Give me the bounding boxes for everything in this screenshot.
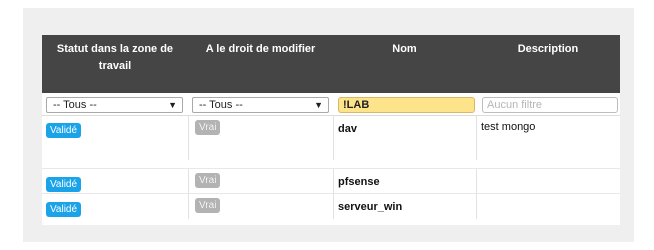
row-name: dav [338, 123, 357, 135]
statut-cell: Validé [42, 116, 188, 160]
filter-row: -- Tous -- ▼ -- Tous -- ▼ !LAB Aucun fil… [42, 93, 620, 116]
bool-badge: Vrai [195, 198, 221, 213]
bool-badge: Vrai [195, 173, 221, 188]
statut-cell: Validé [42, 194, 188, 219]
table-row[interactable]: Validé Vrai dav test mongo [42, 116, 620, 160]
table-row[interactable]: Validé Vrai serveur_win [42, 193, 620, 219]
nom-cell: dav [333, 116, 476, 160]
data-table: Statut dans la zone de travail A le droi… [42, 35, 620, 225]
content-panel: Statut dans la zone de travail A le droi… [23, 8, 634, 242]
row-name: pfsense [338, 176, 380, 188]
row-name: serveur_win [338, 201, 403, 213]
dropdown-arrow-icon: ▼ [314, 100, 323, 110]
description-cell [476, 194, 620, 219]
droit-cell: Vrai [188, 116, 333, 160]
status-badge: Validé [46, 177, 82, 192]
column-header-nom[interactable]: Nom [333, 35, 476, 93]
droit-filter-select[interactable]: -- Tous -- ▼ [192, 97, 329, 113]
status-badge: Validé [46, 202, 82, 217]
description-cell [476, 169, 620, 194]
nom-cell: pfsense [333, 169, 476, 194]
status-badge: Validé [46, 123, 82, 138]
row-description: test mongo [481, 121, 536, 133]
bool-badge: Vrai [195, 120, 221, 135]
description-cell: test mongo [476, 116, 620, 160]
statut-filter-select[interactable]: -- Tous -- ▼ [46, 97, 183, 113]
column-header-droit[interactable]: A le droit de modifier [188, 35, 333, 93]
droit-cell: Vrai [188, 194, 333, 219]
nom-filter-input[interactable]: !LAB [338, 97, 475, 113]
table-header: Statut dans la zone de travail A le droi… [42, 35, 620, 93]
column-header-statut[interactable]: Statut dans la zone de travail [42, 35, 188, 93]
column-header-description[interactable]: Description [476, 35, 620, 93]
droit-cell: Vrai [188, 169, 333, 194]
dropdown-arrow-icon: ▼ [168, 100, 177, 110]
description-filter-input[interactable]: Aucun filtre [482, 97, 618, 113]
statut-cell: Validé [42, 169, 188, 194]
table-row[interactable]: Validé Vrai pfsense [42, 168, 620, 194]
nom-cell: serveur_win [333, 194, 476, 219]
